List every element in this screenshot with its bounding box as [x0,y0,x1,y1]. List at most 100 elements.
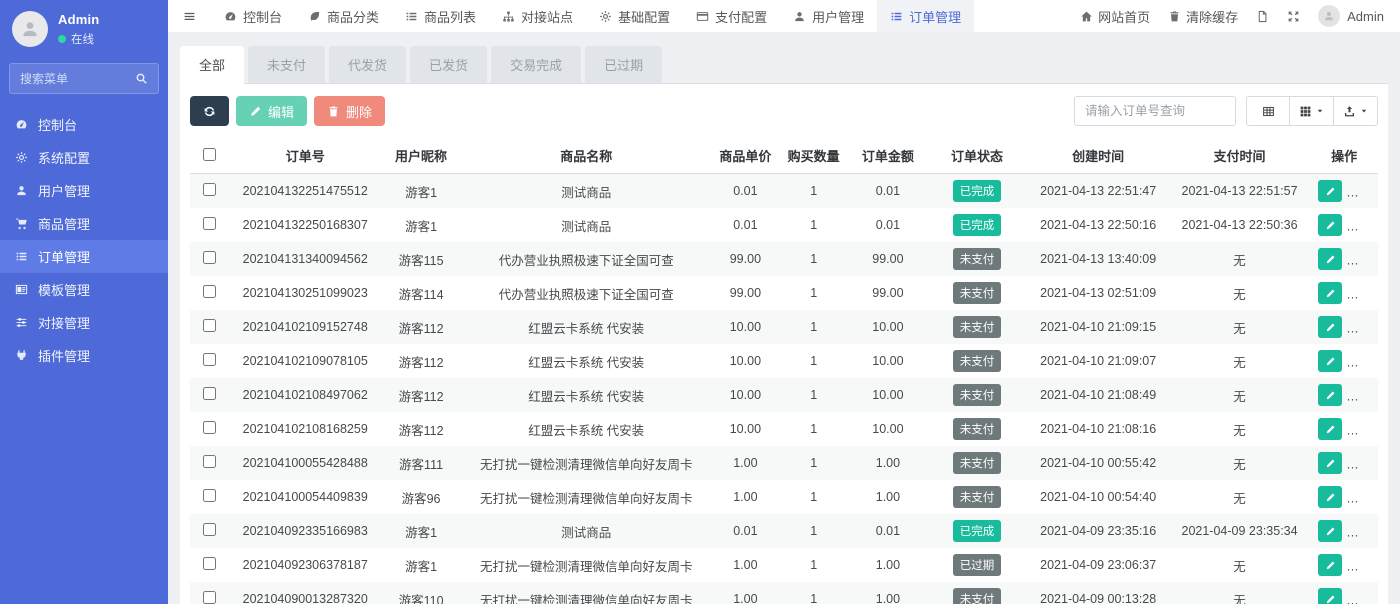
sidebar-item-user-mgmt[interactable]: 用户管理 [0,174,168,207]
export-icon [1343,105,1356,118]
row-edit-button[interactable] [1318,248,1342,270]
sidebar-search-input[interactable] [20,72,135,86]
home-link[interactable]: 网站首页 [1080,7,1150,26]
top-navbar: 控制台商品分类 商品列表对接站点基础配置支付配置用户管理订单管理 网站首页 清除缓… [168,0,1400,32]
row-edit-button[interactable] [1318,418,1342,440]
row-edit-button[interactable] [1318,316,1342,338]
nav-item-dock-site[interactable]: 对接站点 [489,0,586,32]
trash-icon [327,105,340,118]
status-badge: 未支付 [953,248,1002,270]
user-nickname: 游客96 [382,480,459,514]
row-edit-button[interactable] [1318,350,1342,372]
sidebar-item-order-mgmt[interactable]: 订单管理 [0,240,168,273]
row-checkbox[interactable] [203,353,216,366]
tab-2[interactable]: 代发货 [329,46,406,83]
quantity: 1 [778,514,849,548]
sidebar-item-system-config[interactable]: 系统配置 [0,141,168,174]
template-icon [15,283,38,296]
dashboard-icon [224,10,237,23]
row-edit-button[interactable] [1318,214,1342,236]
row-edit-button[interactable] [1318,520,1342,542]
user-nickname: 游客112 [382,310,459,344]
select-all-checkbox[interactable] [203,148,216,161]
row-checkbox[interactable] [203,523,216,536]
tab-1[interactable]: 未支付 [248,46,325,83]
sidebar-item-goods-mgmt[interactable]: 商品管理 [0,207,168,240]
tab-5[interactable]: 已过期 [585,46,662,83]
column-header: 用户昵称 [382,138,459,174]
toggle-view-button[interactable] [1246,96,1290,126]
fullscreen-button[interactable] [1287,10,1300,23]
nav-item-order-mgmt[interactable]: 订单管理 [877,0,974,32]
order-table-container: 订单号用户昵称商品名称商品单价购买数量订单金额订单状态创建时间支付时间操作 20… [190,138,1378,604]
columns-button[interactable] [1290,96,1334,126]
row-checkbox[interactable] [203,455,216,468]
paid-time: 无 [1169,378,1310,412]
quantity: 1 [778,344,849,378]
search-icon[interactable] [135,72,148,85]
sidebar-item-dock-mgmt[interactable]: 对接管理 [0,306,168,339]
table-header-row: 订单号用户昵称商品名称商品单价购买数量订单金额订单状态创建时间支付时间操作 [190,138,1378,174]
row-checkbox[interactable] [203,421,216,434]
quantity: 1 [778,582,849,604]
delete-button[interactable]: 删除 [314,96,385,126]
row-checkbox[interactable] [203,489,216,502]
row-checkbox[interactable] [203,387,216,400]
hamburger-menu-icon[interactable] [168,0,211,32]
user-nickname: 游客1 [382,174,459,209]
nav-item-console[interactable]: 控制台 [211,0,295,32]
table-row: 202104102108168259游客112红盟云卡系统 代安装10.0011… [190,412,1378,446]
sidebar: Admin 在线 控制台系统配置用户管理商品管理订单管理模板管理对接管理插件管理 [0,0,168,604]
row-edit-button[interactable] [1318,180,1342,202]
order-amount: 99.00 [849,242,926,276]
row-edit-button[interactable] [1318,384,1342,406]
product-name: 代办营业执照极速下证全国可查 [460,276,713,310]
nav-item-goods-list[interactable]: 商品列表 [392,0,489,32]
table-row: 202104130251099023游客114代办营业执照极速下证全国可查99.… [190,276,1378,310]
refresh-page-button[interactable] [1256,10,1269,23]
row-select-cell [190,310,228,344]
navbar-user-menu[interactable]: Admin [1318,5,1384,27]
row-checkbox[interactable] [203,251,216,264]
row-checkbox[interactable] [203,591,216,604]
nav-item-base-config[interactable]: 基础配置 [586,0,683,32]
clear-cache-link[interactable]: 清除缓存 [1168,7,1238,26]
tab-3[interactable]: 已发货 [410,46,487,83]
sidebar-item-console[interactable]: 控制台 [0,108,168,141]
order-amount: 0.01 [849,208,926,242]
row-edit-button[interactable] [1318,588,1342,604]
order-status-cell: 未支付 [927,378,1028,412]
row-actions [1310,310,1378,344]
sidebar-item-template-mgmt[interactable]: 模板管理 [0,273,168,306]
sidebar-user-info: Admin 在线 [58,12,99,47]
row-actions [1310,582,1378,604]
nav-item-user-mgmt[interactable]: 用户管理 [780,0,877,32]
tab-4[interactable]: 交易完成 [491,46,581,83]
row-checkbox[interactable] [203,285,216,298]
row-checkbox[interactable] [203,319,216,332]
row-checkbox[interactable] [203,217,216,230]
unit-price: 1.00 [713,480,778,514]
export-button[interactable] [1334,96,1378,126]
row-edit-button[interactable] [1318,452,1342,474]
sidebar-item-label: 模板管理 [38,280,90,299]
tab-all[interactable]: 全部 [180,46,244,84]
edit-button[interactable]: 编辑 [236,96,307,126]
order-table-body: 202104132251475512游客1测试商品0.0110.01已完成202… [190,174,1378,604]
row-checkbox[interactable] [203,183,216,196]
row-edit-button[interactable] [1318,282,1342,304]
nav-item-goods-category[interactable]: 商品分类 [295,0,392,32]
navbar-right: 网站首页 清除缓存 [1080,0,1400,32]
refresh-button[interactable] [190,96,229,126]
nav-item-pay-config[interactable]: 支付配置 [683,0,780,32]
row-edit-button[interactable] [1318,486,1342,508]
paid-time: 无 [1169,310,1310,344]
sidebar-item-plugin-mgmt[interactable]: 插件管理 [0,339,168,372]
order-search-input[interactable] [1074,96,1236,126]
user-nickname: 游客112 [382,412,459,446]
row-edit-button[interactable] [1318,554,1342,576]
order-number: 202104102108168259 [228,412,382,446]
nav-item-label: 商品列表 [424,7,476,26]
pencil-icon [1325,186,1336,197]
row-checkbox[interactable] [203,557,216,570]
